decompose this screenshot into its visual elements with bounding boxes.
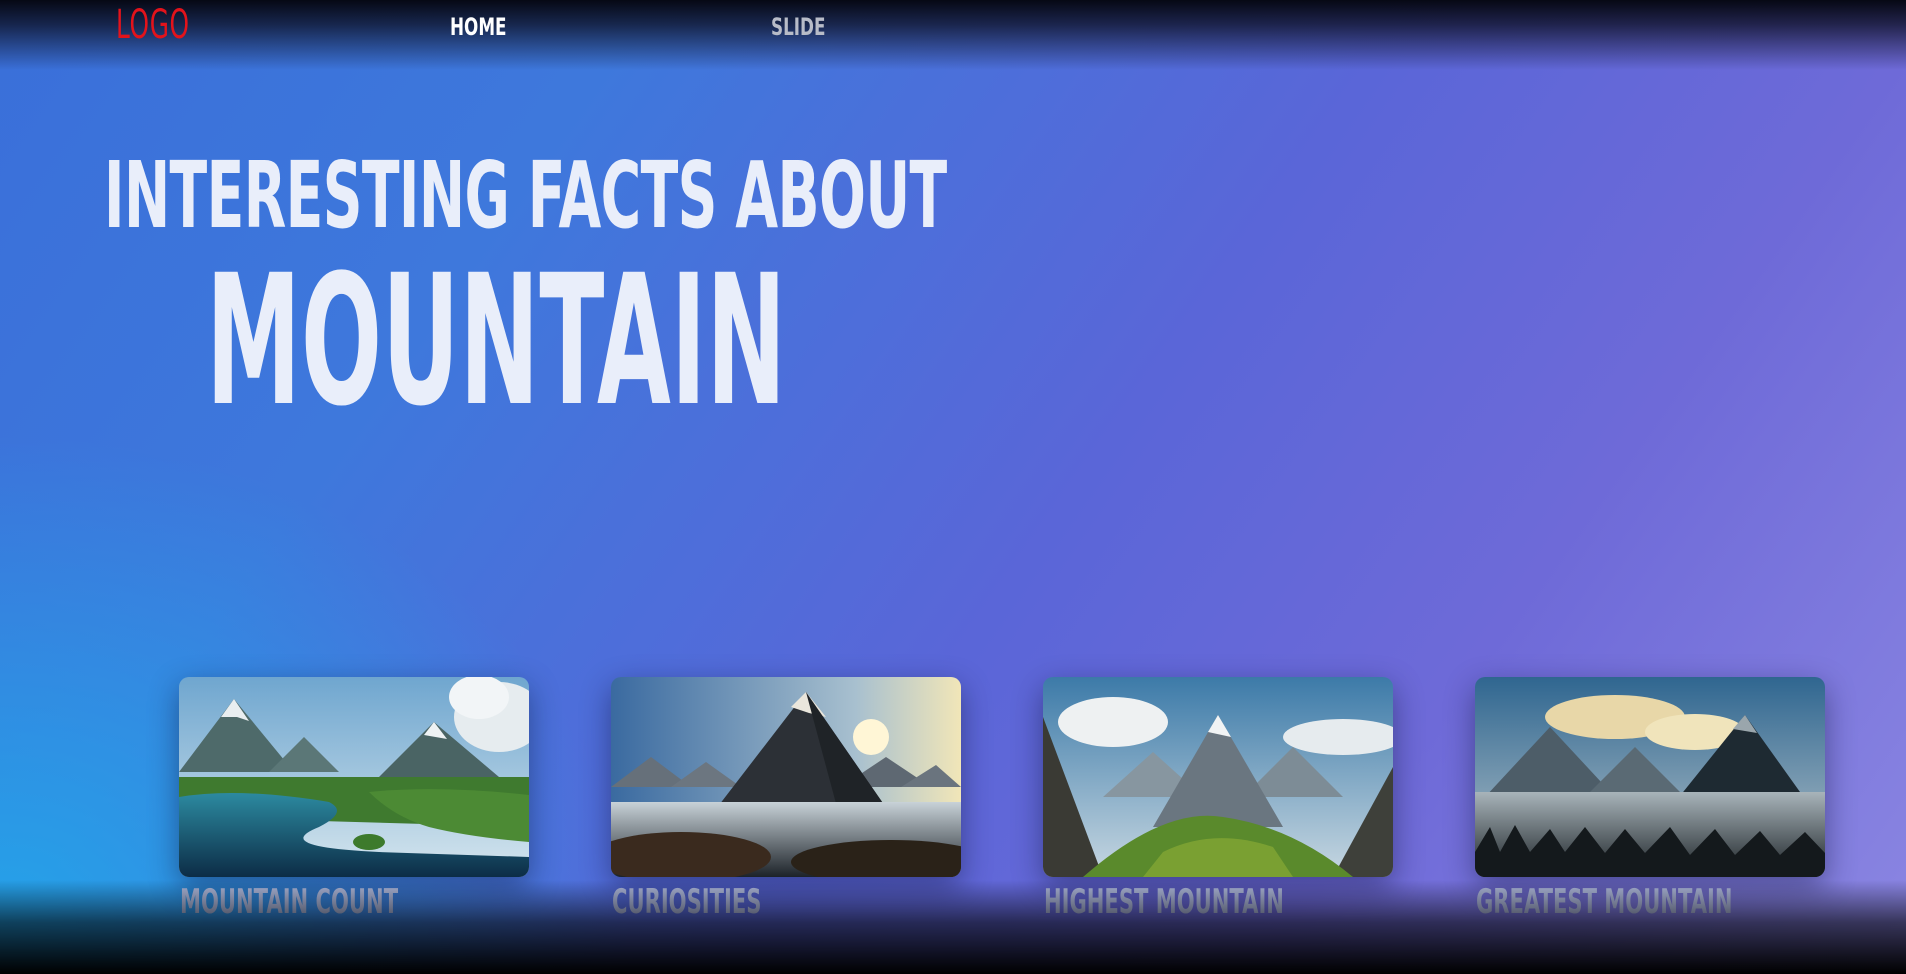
- card-label-greatest-mountain[interactable]: GREATEST MOUNTAIN: [1476, 882, 1732, 922]
- hero-subtitle: INTERESTING FACTS ABOUT: [104, 142, 947, 249]
- hero-title: MOUNTAIN: [206, 237, 787, 446]
- nav-link-slide[interactable]: SLIDE: [771, 13, 825, 41]
- logo[interactable]: LOGO: [116, 2, 190, 48]
- mountain-lake-landscape-image: [179, 677, 529, 877]
- card-label-mountain-count[interactable]: MOUNTAIN COUNT: [180, 882, 398, 922]
- foggy-mountain-range-image: [1475, 677, 1825, 877]
- card-label-highest-mountain[interactable]: HIGHEST MOUNTAIN: [1044, 882, 1284, 922]
- misty-mountain-peak-image: [611, 677, 961, 877]
- navbar: LOGO HOME SLIDE: [0, 0, 1906, 56]
- card-label-curiosities[interactable]: CURIOSITIES: [612, 882, 761, 922]
- card-curiosities[interactable]: [611, 677, 961, 877]
- card-highest-mountain[interactable]: [1043, 677, 1393, 877]
- card-mountain-count[interactable]: [179, 677, 529, 877]
- card-greatest-mountain[interactable]: [1475, 677, 1825, 877]
- valley-peak-landscape-image: [1043, 677, 1393, 877]
- nav-link-home[interactable]: HOME: [450, 13, 507, 41]
